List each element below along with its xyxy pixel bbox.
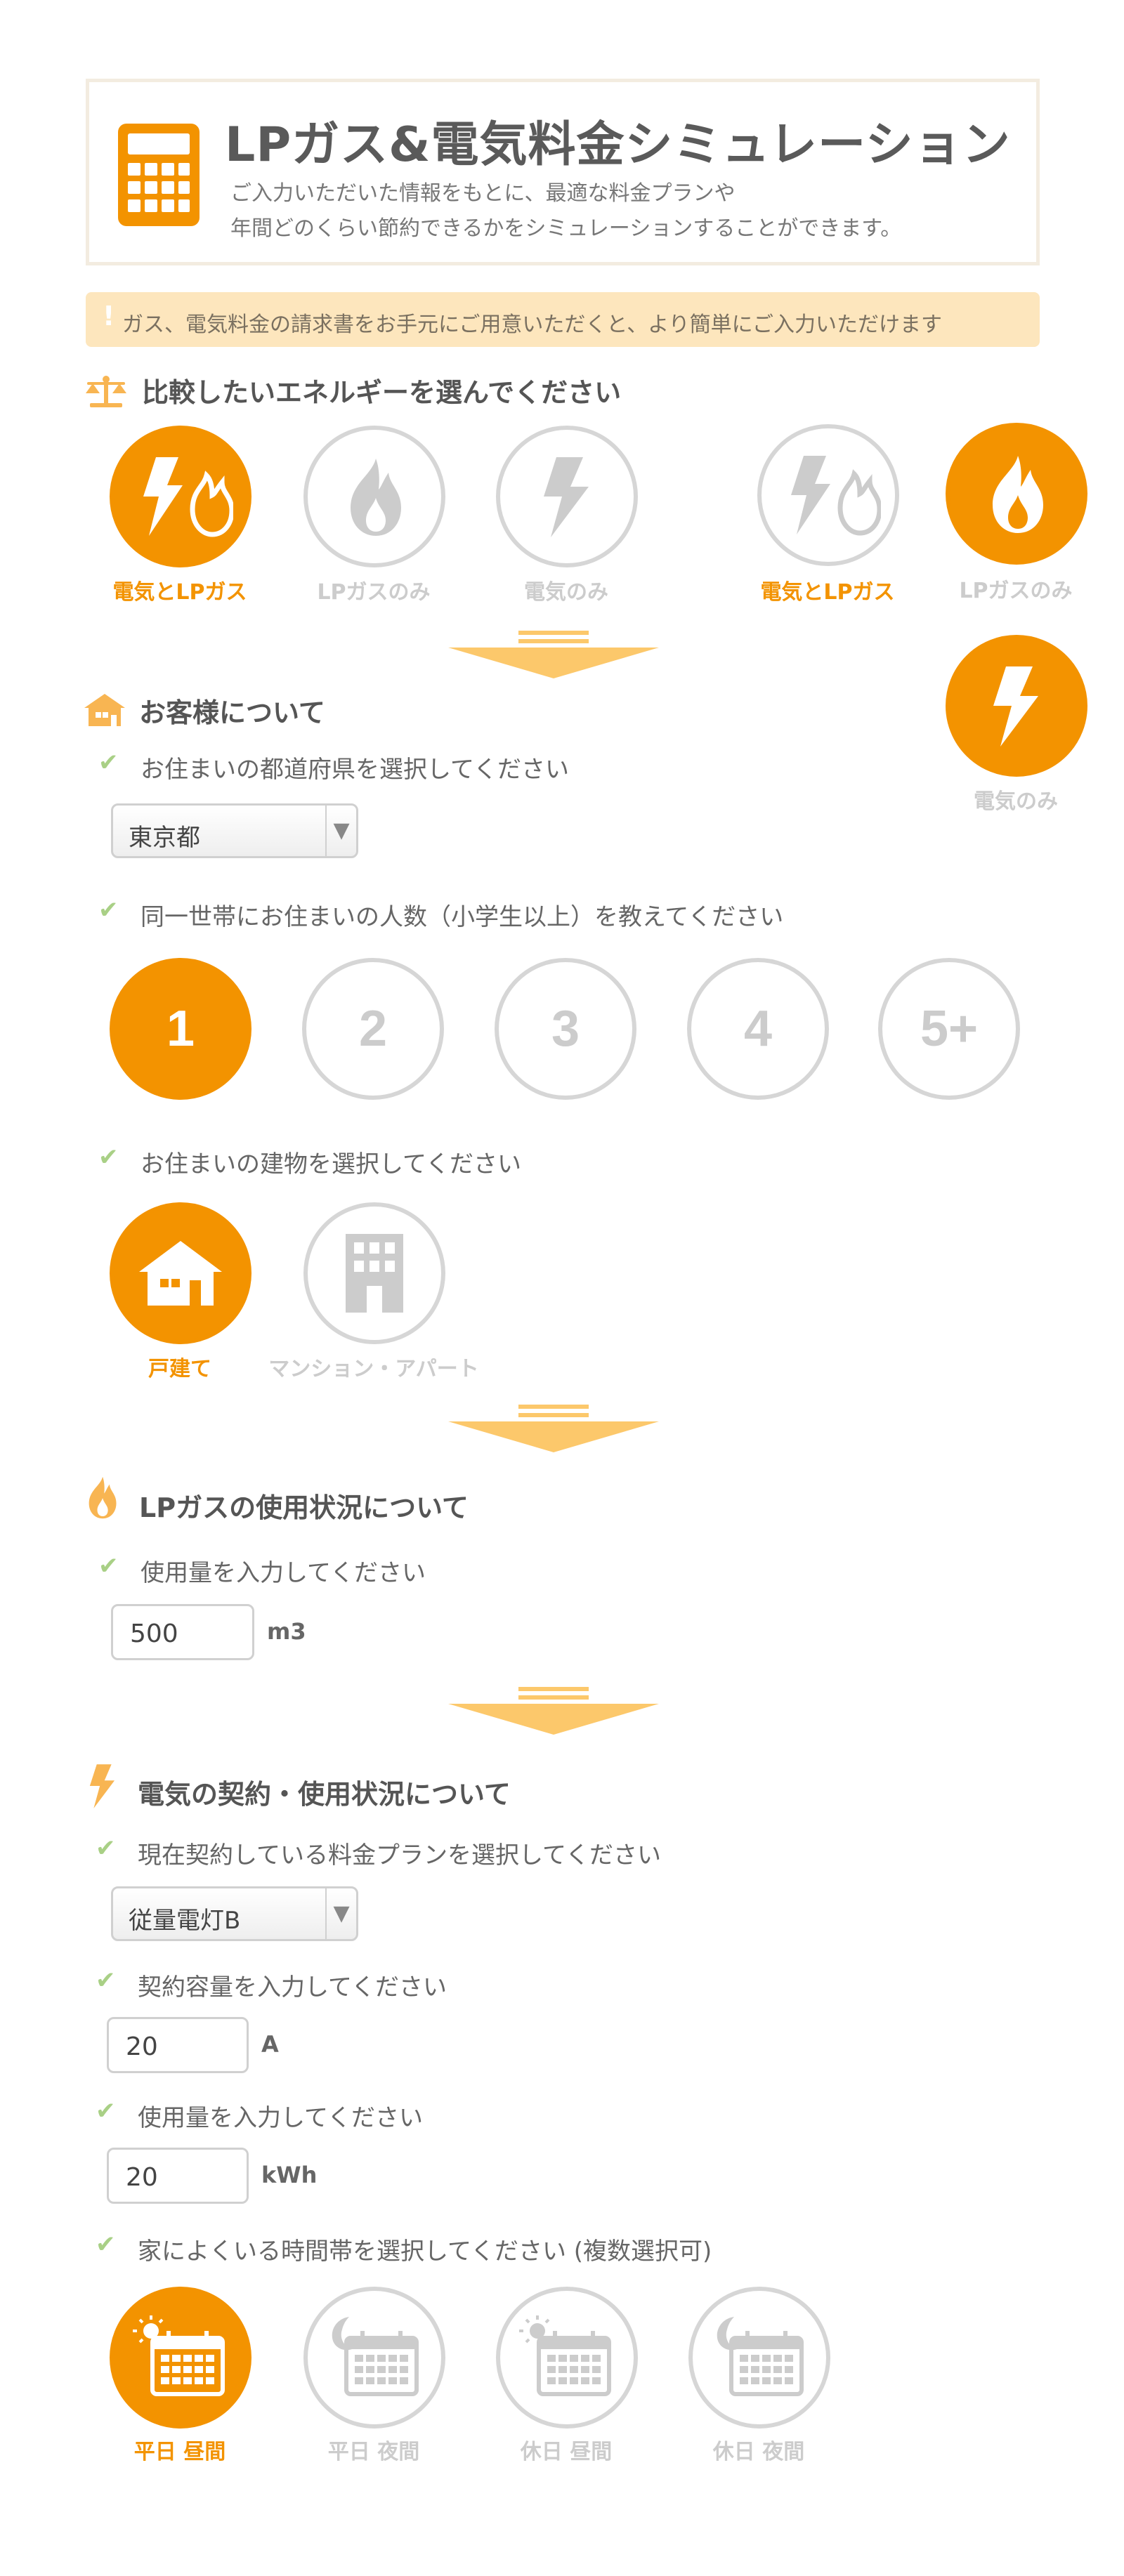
- check-icon: ✔: [98, 1552, 119, 1580]
- time-option-holiday-day[interactable]: [496, 2287, 638, 2429]
- time-label: 家によくいる時間帯を選択してください (複数選択可): [138, 2237, 712, 2266]
- lightning-and-flame-icon: [143, 457, 233, 537]
- chevron-down-icon: ▼: [325, 1888, 356, 1939]
- electric-heading: 電気の契約・使用状況について: [138, 1779, 511, 1810]
- sun-calendar-icon: [133, 2315, 225, 2396]
- page-title: LPガス&電気料金シミュレーション: [225, 117, 1011, 173]
- moon-calendar-icon: [717, 2317, 804, 2396]
- time-option-weekday-day[interactable]: [110, 2287, 251, 2429]
- energy-option-label: LPガスのみ: [317, 580, 431, 605]
- building-option-label: 戸建て: [148, 1357, 211, 1381]
- energy-hover-label: 電気とLPガス: [760, 580, 895, 605]
- electric-usage-label: 使用量を入力してください: [138, 2104, 423, 2132]
- gas-usage-label: 使用量を入力してください: [140, 1559, 426, 1587]
- capacity-label: 契約容量を入力してください: [138, 1973, 447, 2002]
- sun-calendar-icon: [519, 2315, 611, 2396]
- residents-option-4[interactable]: 4: [687, 958, 829, 1100]
- energy-hover-example-gas-only[interactable]: [946, 423, 1087, 565]
- time-option-label: 休日 昼間: [520, 2440, 613, 2464]
- check-icon: ✔: [98, 1143, 119, 1171]
- time-option-holiday-night[interactable]: [688, 2287, 830, 2429]
- residents-option-3[interactable]: 3: [495, 958, 636, 1100]
- down-arrow-icon: [448, 631, 659, 678]
- lightning-icon: [993, 666, 1038, 747]
- energy-option-gas-only[interactable]: [303, 426, 445, 567]
- time-option-label: 平日 夜間: [327, 2440, 420, 2464]
- check-icon: ✔: [98, 896, 119, 924]
- lightning-icon: [89, 1764, 115, 1808]
- residents-option-text: 5+: [920, 1001, 979, 1057]
- customer-heading: お客様について: [139, 697, 325, 728]
- check-icon: ✔: [96, 2097, 116, 2125]
- gas-heading: LPガスの使用状況について: [139, 1492, 469, 1523]
- building-option-apartment[interactable]: [303, 1202, 445, 1344]
- time-option-label: 平日 昼間: [133, 2440, 226, 2464]
- energy-option-electric-and-gas[interactable]: [110, 426, 251, 567]
- time-option-label: 休日 夜間: [712, 2440, 805, 2464]
- prefecture-label: お住まいの都道府県を選択してください: [140, 756, 569, 784]
- calculator-icon: [118, 124, 200, 226]
- residents-option-text: 2: [358, 1001, 388, 1057]
- prefecture-select-value: 東京都: [129, 824, 200, 852]
- building-option-label: マンション・アパート: [268, 1357, 479, 1381]
- energy-hover-example-electric-only[interactable]: [946, 635, 1087, 777]
- building-label: お住まいの建物を選択してください: [140, 1150, 521, 1178]
- balance-scale-icon: [86, 376, 126, 407]
- residents-option-2[interactable]: 2: [302, 958, 444, 1100]
- residents-option-text: 4: [743, 1001, 773, 1057]
- gas-usage-input[interactable]: 500: [111, 1604, 254, 1660]
- lightning-icon: [544, 457, 589, 537]
- gas-usage-value: 500: [130, 1619, 178, 1648]
- residents-option-5-plus[interactable]: 5+: [878, 958, 1020, 1100]
- exclamation-icon: !: [103, 301, 115, 331]
- electric-usage-input[interactable]: 20: [107, 2148, 249, 2204]
- check-icon: ✔: [96, 1966, 116, 1995]
- down-arrow-icon: [448, 1687, 659, 1735]
- time-option-weekday-night[interactable]: [303, 2287, 445, 2429]
- residents-label: 同一世帯にお住まいの人数（小学生以上）を教えてください: [140, 903, 784, 931]
- residents-option-1[interactable]: 1: [110, 958, 251, 1100]
- lightning-and-flame-icon: [791, 456, 881, 536]
- notice-text: ガス、電気料金の請求書をお手元にご用意いただくと、より簡単にご入力いただけます: [122, 313, 942, 337]
- prefecture-select[interactable]: 東京都 ▼: [111, 803, 358, 858]
- energy-option-electric-only[interactable]: [496, 426, 638, 567]
- residents-option-text: 1: [166, 1001, 195, 1057]
- capacity-value: 20: [126, 2032, 158, 2061]
- capacity-input[interactable]: 20: [107, 2017, 249, 2073]
- residents-option-text: 3: [551, 1001, 580, 1057]
- energy-option-label: 電気とLPガス: [112, 580, 247, 605]
- electric-usage-unit: kWh: [261, 2162, 318, 2188]
- house-icon: [139, 1241, 222, 1306]
- gas-usage-unit: m3: [267, 1618, 306, 1645]
- electric-usage-value: 20: [126, 2163, 158, 2192]
- check-icon: ✔: [98, 749, 119, 777]
- down-arrow-icon: [448, 1405, 659, 1452]
- moon-calendar-icon: [332, 2317, 419, 2396]
- house-icon: [84, 694, 125, 726]
- check-icon: ✔: [96, 1834, 116, 1862]
- energy-hover-example-electric-and-gas[interactable]: [757, 424, 899, 566]
- description-line-1: ご入力いただいた情報をもとに、最適な料金プランや: [230, 181, 736, 206]
- capacity-unit: A: [261, 2031, 279, 2058]
- plan-select-value: 従量電灯B: [129, 1907, 241, 1935]
- energy-option-label: 電気のみ: [524, 580, 608, 605]
- flame-icon: [89, 1476, 117, 1519]
- energy-hover-label: 電気のみ: [974, 789, 1058, 814]
- flame-icon: [993, 456, 1043, 533]
- energy-hover-label: LPガスのみ: [959, 579, 1073, 603]
- check-icon: ✔: [96, 2230, 116, 2259]
- description-line-2: 年間どのくらい節約できるかをシミュレーションすることができます。: [230, 216, 902, 241]
- chevron-down-icon: ▼: [325, 806, 356, 856]
- plan-label: 現在契約している料金プランを選択してください: [138, 1841, 661, 1869]
- plan-select[interactable]: 従量電灯B ▼: [111, 1886, 358, 1941]
- building-option-house[interactable]: [110, 1202, 251, 1344]
- flame-icon: [351, 459, 401, 536]
- energy-heading: 比較したいエネルギーを選んでください: [142, 377, 622, 408]
- building-icon: [346, 1234, 403, 1313]
